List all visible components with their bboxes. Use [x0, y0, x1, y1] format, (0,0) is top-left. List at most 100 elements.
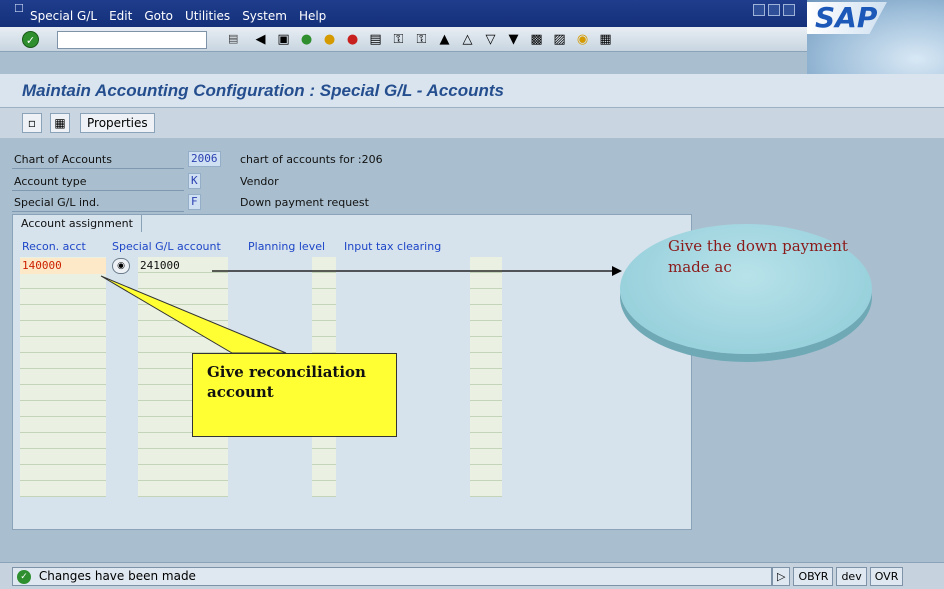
- reconciliation-callout: Give reconciliation account: [192, 353, 397, 437]
- prev-page-icon[interactable]: △: [459, 32, 476, 48]
- table-cell[interactable]: [20, 337, 106, 353]
- table-cell[interactable]: [20, 289, 106, 305]
- maximize-icon[interactable]: [768, 4, 780, 16]
- column-recon-acct: Recon. acct: [22, 240, 86, 253]
- print-icon[interactable]: ▤: [367, 32, 384, 48]
- table-cell[interactable]: [470, 465, 502, 481]
- table-cell[interactable]: [470, 417, 502, 433]
- table-cell[interactable]: [312, 481, 336, 497]
- table-cell[interactable]: [470, 305, 502, 321]
- cancel-icon[interactable]: ●: [344, 32, 361, 48]
- table-cell[interactable]: [470, 369, 502, 385]
- transaction-code: OBYR: [793, 567, 834, 586]
- table-cell[interactable]: [470, 433, 502, 449]
- table-cell[interactable]: [20, 481, 106, 497]
- divider: [12, 190, 184, 191]
- back-icon[interactable]: ●: [298, 32, 315, 48]
- properties-button[interactable]: Properties: [80, 113, 155, 133]
- command-field[interactable]: [57, 31, 207, 49]
- table-cell[interactable]: [312, 305, 336, 321]
- chart-of-accounts-description: chart of accounts for :206: [240, 153, 383, 166]
- table-cell[interactable]: [20, 465, 106, 481]
- menu-special-gl[interactable]: Special G/L: [30, 9, 97, 23]
- delete-icon[interactable]: ▫: [22, 113, 42, 133]
- table-cell[interactable]: [470, 321, 502, 337]
- column-special-gl-account: Special G/L account: [112, 240, 221, 253]
- menu-utilities[interactable]: Utilities: [185, 9, 230, 23]
- command-history-icon[interactable]: ▤: [228, 32, 238, 45]
- table-cell[interactable]: [20, 433, 106, 449]
- status-expand-icon[interactable]: ▷: [772, 567, 791, 586]
- table-cell[interactable]: [470, 353, 502, 369]
- table-cell[interactable]: [470, 337, 502, 353]
- system-menu-icon[interactable]: ☐: [14, 2, 24, 15]
- table-cell[interactable]: [138, 305, 228, 321]
- table-cell[interactable]: [20, 449, 106, 465]
- status-info: ▷ OBYR dev OVR: [772, 567, 904, 586]
- table-cell[interactable]: [312, 257, 336, 273]
- next-page-icon[interactable]: ▽: [482, 32, 499, 48]
- table-cell[interactable]: [312, 289, 336, 305]
- table-cell[interactable]: [138, 449, 228, 465]
- table-cell[interactable]: [470, 449, 502, 465]
- menu-help[interactable]: Help: [299, 9, 326, 23]
- save-icon[interactable]: ▣: [275, 32, 292, 48]
- status-text: Changes have been made: [38, 569, 196, 583]
- toolbar-icons: ◀ ▣ ● ● ● ▤ ⚿ ⚿ ▲ △ ▽ ▼ ▩ ▨ ◉ ▦: [252, 32, 614, 48]
- recon-acct-input[interactable]: 140000: [20, 258, 106, 274]
- find-icon[interactable]: ⚿: [390, 32, 407, 48]
- help-icon[interactable]: ◉: [574, 32, 591, 48]
- table-cell[interactable]: [312, 465, 336, 481]
- table-cell[interactable]: [20, 369, 106, 385]
- table-cell[interactable]: [138, 321, 228, 337]
- table-cell[interactable]: [20, 353, 106, 369]
- table-cell[interactable]: [138, 289, 228, 305]
- enter-icon[interactable]: ✓: [22, 31, 39, 48]
- shortcut-icon[interactable]: ▨: [551, 32, 568, 48]
- table-cell[interactable]: [20, 305, 106, 321]
- table-cell[interactable]: [470, 289, 502, 305]
- down-payment-callout: Give the down payment made ac: [620, 224, 872, 354]
- table-cell[interactable]: [312, 337, 336, 353]
- table-cell[interactable]: [470, 257, 502, 273]
- table-cell[interactable]: [470, 273, 502, 289]
- table-cell[interactable]: [470, 385, 502, 401]
- create-session-icon[interactable]: ▩: [528, 32, 545, 48]
- table-cell[interactable]: [20, 401, 106, 417]
- divider: [12, 211, 184, 212]
- table-cell[interactable]: [470, 481, 502, 497]
- menu-edit[interactable]: Edit: [109, 9, 132, 23]
- table-icon[interactable]: ▦: [50, 113, 70, 133]
- find-next-icon[interactable]: ⚿: [413, 32, 430, 48]
- minimize-icon[interactable]: [753, 4, 765, 16]
- table-cell[interactable]: [20, 321, 106, 337]
- column-input-tax-clearing: Input tax clearing: [344, 240, 442, 253]
- table-cell[interactable]: [470, 401, 502, 417]
- account-type-description: Vendor: [240, 175, 279, 188]
- table-cell[interactable]: [138, 481, 228, 497]
- table-cell[interactable]: [20, 273, 106, 289]
- application-toolbar: ▫ ▦ Properties: [0, 108, 944, 138]
- first-page-icon[interactable]: ▲: [436, 32, 453, 48]
- back-arrow-icon[interactable]: ◀: [252, 32, 269, 48]
- table-cell[interactable]: [312, 321, 336, 337]
- table-cell[interactable]: [20, 417, 106, 433]
- menu-goto[interactable]: Goto: [144, 9, 173, 23]
- table-cell[interactable]: [138, 337, 228, 353]
- special-gl-account-input[interactable]: 241000: [140, 258, 180, 274]
- layout-icon[interactable]: ▦: [597, 32, 614, 48]
- window-buttons: [753, 4, 795, 16]
- table-cell[interactable]: [312, 273, 336, 289]
- table-cell[interactable]: [138, 465, 228, 481]
- insert-mode: OVR: [869, 567, 904, 586]
- success-icon: ✓: [17, 569, 31, 584]
- table-cell[interactable]: [138, 273, 228, 289]
- menu-system[interactable]: System: [242, 9, 287, 23]
- last-page-icon[interactable]: ▼: [505, 32, 522, 48]
- table-cell[interactable]: [20, 385, 106, 401]
- account-type-label: Account type: [14, 175, 87, 188]
- exit-icon[interactable]: ●: [321, 32, 338, 48]
- value-help-icon[interactable]: ◉: [112, 258, 130, 274]
- table-cell[interactable]: [312, 449, 336, 465]
- close-icon[interactable]: [783, 4, 795, 16]
